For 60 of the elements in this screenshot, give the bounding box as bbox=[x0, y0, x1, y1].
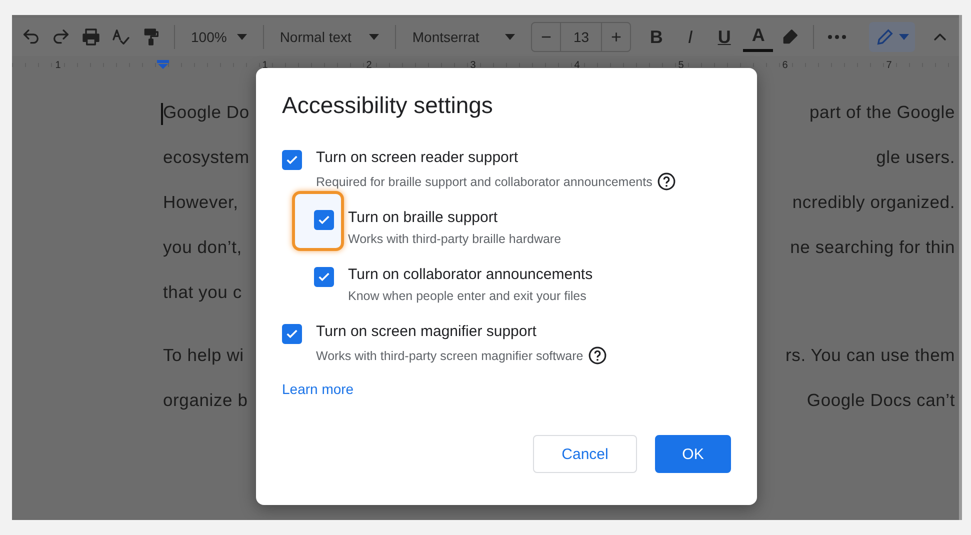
option-label: Turn on screen reader support bbox=[316, 149, 520, 166]
option-description: Works with third-party screen magnifier software bbox=[316, 348, 584, 362]
decrease-size-button[interactable]: − bbox=[532, 23, 560, 51]
option-label: Turn on collaborator announcements bbox=[348, 266, 593, 283]
help-icon[interactable] bbox=[657, 172, 676, 191]
checkmark-icon bbox=[317, 270, 331, 284]
ruler-number: 2 bbox=[365, 60, 373, 70]
checkmark-icon bbox=[285, 153, 299, 167]
zoom-dropdown[interactable]: 100% bbox=[185, 29, 253, 45]
option-label: Turn on screen magnifier support bbox=[316, 323, 538, 340]
option-label: Turn on braille support bbox=[348, 209, 499, 226]
checkbox[interactable] bbox=[282, 150, 302, 170]
checkbox[interactable] bbox=[314, 267, 334, 287]
document-text: Google Do bbox=[163, 102, 250, 147]
document-text: part of the Google bbox=[810, 102, 955, 124]
style-dropdown[interactable]: Normal text bbox=[274, 29, 386, 45]
checkmark-icon bbox=[317, 213, 331, 227]
checkmark-icon bbox=[285, 327, 299, 341]
caret-icon bbox=[899, 34, 909, 40]
document-text: that you c bbox=[163, 282, 242, 304]
ruler-number: 3 bbox=[469, 60, 477, 70]
ruler-number: 4 bbox=[573, 60, 581, 70]
document-text: you don’t, bbox=[163, 237, 242, 259]
ruler-number: 5 bbox=[677, 60, 685, 70]
underline-button[interactable]: U bbox=[709, 22, 740, 52]
font-size-field[interactable]: 13 bbox=[560, 23, 602, 51]
document-text: ne searching for thin bbox=[790, 237, 955, 259]
editing-mode-button[interactable] bbox=[869, 22, 915, 52]
text-color-button[interactable]: A bbox=[743, 22, 774, 52]
italic-button[interactable]: I bbox=[675, 22, 706, 52]
ruler-number: 7 bbox=[885, 60, 893, 70]
document-text: ecosystem bbox=[163, 147, 250, 169]
indent-marker-icon[interactable] bbox=[157, 60, 169, 69]
ruler-number: 1 bbox=[261, 60, 269, 70]
increase-size-button[interactable]: + bbox=[602, 23, 630, 51]
ok-button[interactable]: OK bbox=[655, 435, 731, 473]
checkbox[interactable] bbox=[282, 324, 302, 344]
pencil-icon bbox=[875, 27, 895, 47]
checkbox[interactable] bbox=[314, 210, 334, 230]
bold-button[interactable]: B bbox=[641, 22, 672, 52]
learn-more-link[interactable]: Learn more bbox=[282, 381, 354, 397]
ruler-number: 6 bbox=[781, 60, 789, 70]
caret-icon bbox=[505, 34, 516, 40]
help-icon[interactable] bbox=[588, 346, 608, 365]
document-text: However, bbox=[163, 192, 240, 214]
document-text: ncredibly organized. bbox=[792, 192, 955, 214]
caret-icon bbox=[236, 34, 247, 40]
option-description: Know when people enter and exit your files bbox=[348, 289, 586, 303]
ruler-number: 1 bbox=[54, 60, 62, 70]
document-text: organize b bbox=[163, 390, 248, 412]
document-text: rs. You can use them bbox=[786, 345, 955, 367]
document-text: gle users. bbox=[876, 147, 955, 169]
document-text: Google Docs can’t bbox=[806, 390, 955, 412]
option-description: Works with third-party braille hardware bbox=[348, 232, 562, 246]
document-text: To help wi bbox=[163, 345, 244, 367]
cancel-button[interactable]: Cancel bbox=[533, 435, 637, 473]
font-dropdown[interactable]: Montserrat bbox=[406, 29, 522, 45]
dialog-title: Accessibility settings bbox=[282, 92, 494, 119]
caret-icon bbox=[369, 34, 380, 40]
option-description: Required for braille support and collaborator announcements bbox=[316, 174, 652, 188]
